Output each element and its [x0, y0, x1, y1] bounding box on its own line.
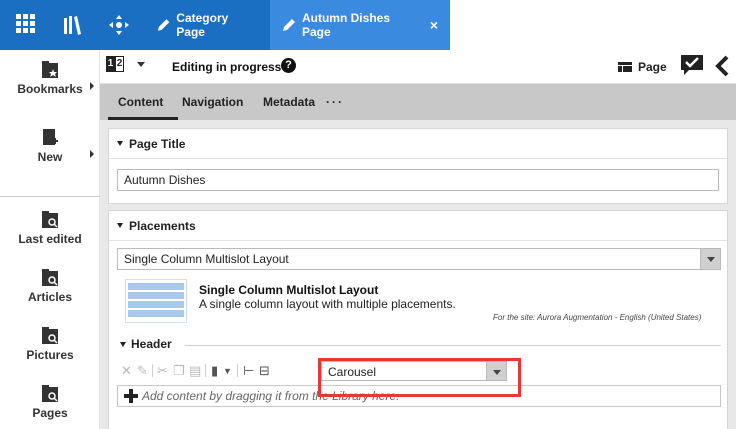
placements-header[interactable]: Placements [109, 211, 727, 241]
collapse-triangle-icon[interactable] [120, 342, 126, 347]
toolbar-separator [205, 364, 206, 377]
copy-icon[interactable]: ❐ [173, 363, 185, 379]
sidebar-item-bookmarks[interactable]: Bookmarks [0, 60, 100, 96]
chevron-down-icon[interactable]: ▼ [223, 366, 232, 376]
folder-star-icon [42, 61, 58, 78]
layout-thumbnail [125, 279, 187, 323]
tab-autumn-dishes-page[interactable]: Autumn Dishes Page × [270, 0, 450, 50]
site-note: For the site: Aurora Augmentation - Engl… [493, 313, 702, 322]
tab-category-page[interactable]: Category Page [145, 0, 268, 50]
cut-icon[interactable]: ✂ [157, 363, 168, 379]
page-button-label: Page [638, 60, 667, 74]
collapse-triangle-icon[interactable] [117, 141, 123, 146]
page-list-icon [618, 62, 632, 72]
version-left: 1 [106, 56, 115, 72]
approve-icon[interactable] [680, 54, 704, 76]
layout-description: A single column layout with multiple pla… [199, 297, 456, 311]
sidebar-item-label: Pages [32, 406, 68, 420]
sidebar-item-new[interactable]: New [0, 128, 100, 164]
folder-search-icon [42, 211, 58, 228]
panel-title: Page Title [129, 137, 186, 151]
section-divider [185, 345, 721, 346]
more-tabs-icon[interactable]: ··· [326, 84, 344, 120]
remove-icon[interactable]: ✕ [121, 363, 132, 379]
apps-grid-icon[interactable] [16, 14, 38, 36]
pencil-icon [157, 19, 170, 31]
chevron-right-icon[interactable] [90, 150, 94, 158]
page-button[interactable]: Page [618, 57, 667, 77]
sidebar: Bookmarks New Last edited Articles Pictu… [0, 50, 100, 429]
folder-search-icon [42, 327, 58, 344]
plus-icon [124, 389, 138, 403]
top-bar: Category Page Autumn Dishes Page × [0, 0, 736, 50]
folder-search-icon [42, 385, 58, 402]
layout-select-value: Single Column Multislot Layout [124, 252, 289, 266]
page-title-header[interactable]: Page Title [109, 129, 727, 159]
chevron-down-icon[interactable] [137, 62, 145, 67]
new-document-icon [43, 129, 58, 145]
sidebar-item-label: Pictures [26, 348, 74, 362]
hierarchy-icon[interactable]: ⊢ [243, 363, 254, 379]
edit-icon[interactable]: ✎ [137, 363, 148, 379]
collapse-triangle-icon[interactable] [117, 223, 123, 228]
sidebar-item-label: Bookmarks [17, 82, 83, 96]
layout-name: Single Column Multislot Layout [199, 283, 379, 297]
library-icon[interactable] [62, 14, 82, 36]
header-section[interactable]: Header [117, 337, 721, 353]
sidebar-item-pages[interactable]: Pages [0, 384, 100, 420]
chevron-right-icon[interactable] [90, 82, 94, 90]
sidebar-item-last-edited[interactable]: Last edited [0, 210, 100, 246]
sidebar-divider [0, 196, 100, 197]
collapse-left-icon[interactable] [714, 55, 730, 77]
tab-navigation[interactable]: Navigation [182, 84, 243, 120]
page-version-icon[interactable]: 1 2 [106, 56, 124, 74]
dropdown-arrow-icon[interactable] [700, 249, 720, 269]
toolbar-separator [237, 364, 238, 377]
navigate-icon[interactable] [108, 14, 130, 36]
close-icon[interactable]: × [430, 17, 438, 33]
paste-icon[interactable]: ▤ [189, 363, 201, 379]
panel-title: Placements [129, 219, 196, 233]
content-tab-bar: Content Navigation Metadata ··· [100, 84, 736, 120]
tab-metadata[interactable]: Metadata [263, 84, 315, 120]
layout-select[interactable]: Single Column Multislot Layout [117, 248, 721, 270]
sidebar-item-articles[interactable]: Articles [0, 268, 100, 304]
sidebar-item-pictures[interactable]: Pictures [0, 326, 100, 362]
help-icon[interactable]: ? [281, 58, 296, 73]
sidebar-item-label: Last edited [18, 232, 82, 246]
highlight-box [318, 358, 521, 397]
page-title-panel: Page Title Autumn Dishes [108, 128, 728, 204]
section-title: Header [131, 337, 172, 351]
tab-content[interactable]: Content [118, 84, 163, 120]
editing-status: Editing in progress [172, 60, 282, 74]
page-title-input[interactable]: Autumn Dishes [117, 169, 719, 191]
tab-label: Category Page [176, 11, 229, 39]
sidebar-item-label: New [37, 150, 63, 164]
lock-icon[interactable]: ⊟ [259, 363, 270, 379]
tab-label: Autumn Dishes Page [301, 11, 390, 39]
add-document-icon[interactable]: ▮ [211, 363, 218, 379]
version-right: 2 [115, 56, 124, 72]
sidebar-item-label: Articles [27, 290, 73, 304]
folder-search-icon [42, 269, 58, 286]
toolbar-separator [152, 364, 153, 377]
pencil-icon [282, 19, 295, 31]
editor-toolbar: 1 2 Editing in progress ? Page [100, 50, 736, 84]
